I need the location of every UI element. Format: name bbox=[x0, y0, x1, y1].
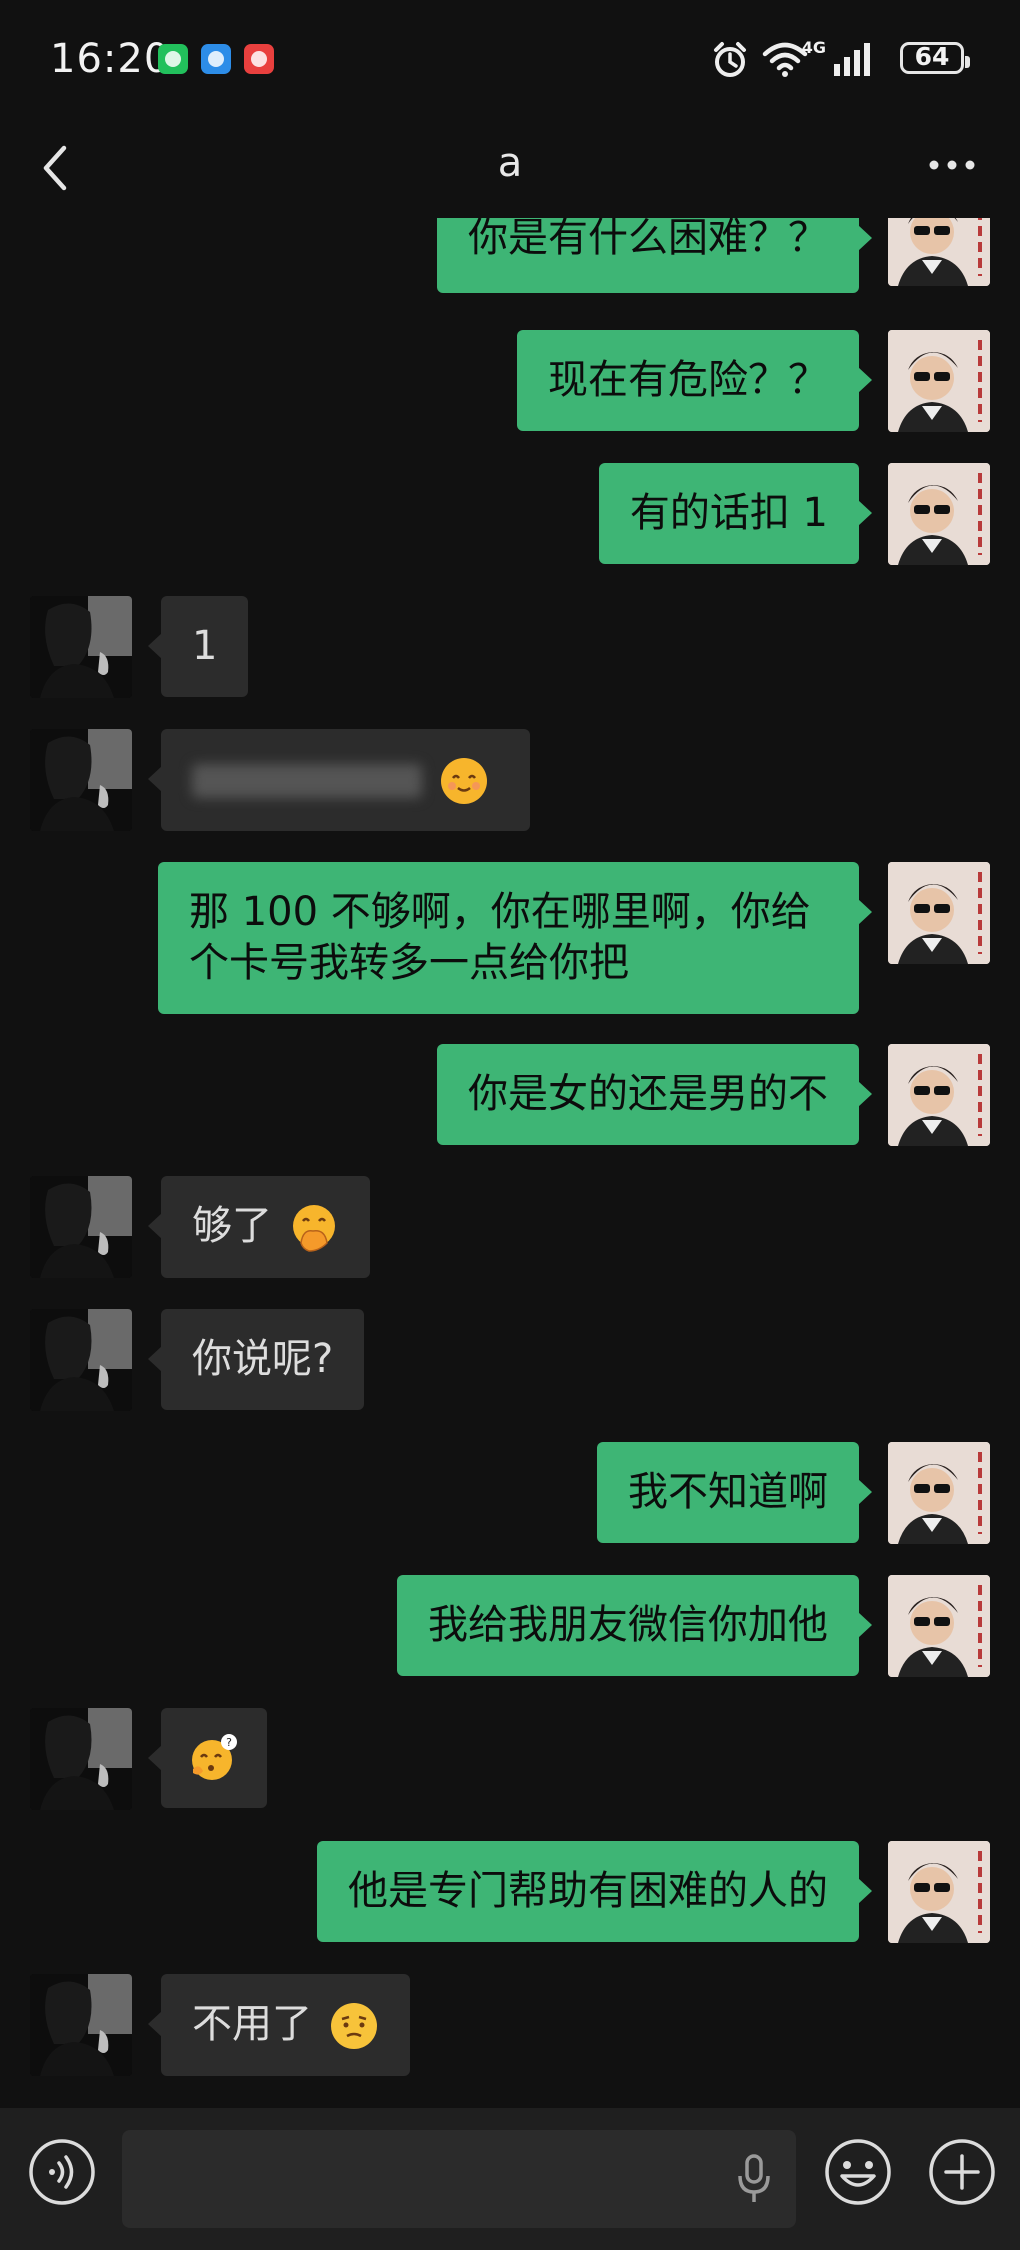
message-text: 我不知道啊 bbox=[628, 1469, 828, 1515]
message-row: 你是有什么困难？？ bbox=[0, 218, 1020, 304]
message-list[interactable]: 你是有什么困难？？ 现在有危险？？ 有的话扣 1 1 那 100 不够啊，你在哪… bbox=[0, 218, 1020, 2108]
message-bubble-received[interactable]: 1 bbox=[147, 596, 249, 697]
my-avatar[interactable] bbox=[888, 1841, 990, 1943]
contact-avatar[interactable] bbox=[30, 1708, 132, 1810]
battery-level: 64 bbox=[914, 42, 950, 71]
message-bubble-sent[interactable]: 我不知道啊 bbox=[597, 1442, 872, 1543]
my-avatar[interactable] bbox=[888, 330, 990, 432]
network-type-label: 4G bbox=[801, 38, 826, 57]
voice-toggle-icon[interactable] bbox=[26, 2136, 98, 2208]
status-bar: 16:20 4G 64 bbox=[0, 0, 1020, 118]
browser-icon bbox=[201, 44, 231, 74]
microphone-icon[interactable] bbox=[736, 2154, 772, 2204]
message-text: 1 bbox=[192, 623, 218, 669]
input-bar bbox=[0, 2108, 1020, 2250]
message-bubble-received[interactable]: 够了 bbox=[148, 1176, 370, 1278]
hand-over-mouth-emoji bbox=[292, 1205, 335, 1252]
message-text: 不用了 bbox=[192, 2001, 312, 2047]
confused-question-emoji: ? bbox=[192, 1734, 237, 1780]
message-bubble-received[interactable]: ? bbox=[148, 1708, 267, 1808]
message-bubble-sent[interactable]: 你是女的还是男的不 bbox=[437, 1044, 872, 1145]
contact-avatar[interactable] bbox=[30, 1176, 132, 1278]
more-dots-icon[interactable] bbox=[928, 158, 976, 172]
my-avatar[interactable] bbox=[888, 463, 990, 565]
svg-text:?: ? bbox=[226, 1736, 232, 1749]
status-indicators: 4G 64 bbox=[640, 38, 970, 82]
message-text: 你是女的还是男的不 bbox=[468, 1071, 828, 1117]
signal-icon bbox=[834, 43, 870, 76]
plus-icon[interactable] bbox=[926, 2136, 998, 2208]
message-bubble-received[interactable] bbox=[148, 729, 530, 831]
contact-avatar[interactable] bbox=[30, 596, 132, 698]
message-bubble-sent[interactable]: 现在有危险？？ bbox=[517, 330, 872, 431]
battery-indicator: 64 bbox=[900, 42, 964, 74]
contact-avatar[interactable] bbox=[30, 1309, 132, 1411]
puzzled-face-emoji bbox=[330, 2003, 377, 2049]
message-text: 那 100 不够啊，你在哪里啊，你给个卡号我转多一点给你把 bbox=[189, 889, 811, 986]
chat-header: a bbox=[0, 118, 1020, 218]
blurred-content bbox=[192, 764, 422, 798]
message-text: 够了 bbox=[192, 1203, 272, 1249]
message-text: 有的话扣 1 bbox=[629, 490, 828, 536]
message-input[interactable] bbox=[122, 2130, 796, 2228]
my-avatar[interactable] bbox=[888, 862, 990, 964]
message-text: 他是专门帮助有困难的人的 bbox=[348, 1868, 828, 1914]
alarm-icon bbox=[714, 42, 746, 77]
message-text: 你是有什么困难？？ bbox=[468, 218, 828, 261]
message-bubble-sent[interactable]: 我给我朋友微信你加他 bbox=[397, 1575, 872, 1676]
emoji-icon[interactable] bbox=[822, 2136, 894, 2208]
my-avatar[interactable] bbox=[888, 1442, 990, 1544]
message-text: 你说呢? bbox=[192, 1336, 334, 1382]
my-avatar[interactable] bbox=[888, 1044, 990, 1146]
message-bubble-sent[interactable]: 有的话扣 1 bbox=[598, 463, 873, 564]
my-avatar[interactable] bbox=[888, 1575, 990, 1677]
message-bubble-received[interactable]: 不用了 bbox=[148, 1974, 410, 2076]
message-bubble-received[interactable]: 你说呢? bbox=[147, 1309, 365, 1410]
status-time: 16:20 bbox=[50, 36, 171, 82]
wechat-icon bbox=[158, 44, 188, 74]
game-icon bbox=[244, 44, 274, 74]
message-bubble-sent[interactable]: 他是专门帮助有困难的人的 bbox=[317, 1841, 872, 1942]
message-text: 现在有危险？？ bbox=[548, 357, 828, 403]
message-bubble-sent[interactable]: 你是有什么困难？？ bbox=[437, 218, 872, 293]
contact-avatar[interactable] bbox=[30, 729, 132, 831]
message-text: 我给我朋友微信你加他 bbox=[428, 1602, 828, 1648]
contact-avatar[interactable] bbox=[30, 1974, 132, 2076]
smiling-face-emoji bbox=[440, 758, 487, 804]
message-bubble-sent[interactable]: 那 100 不够啊，你在哪里啊，你给个卡号我转多一点给你把 bbox=[158, 862, 872, 1014]
my-avatar[interactable] bbox=[888, 218, 990, 286]
battery-cap bbox=[965, 56, 970, 68]
chat-title: a bbox=[497, 140, 523, 186]
